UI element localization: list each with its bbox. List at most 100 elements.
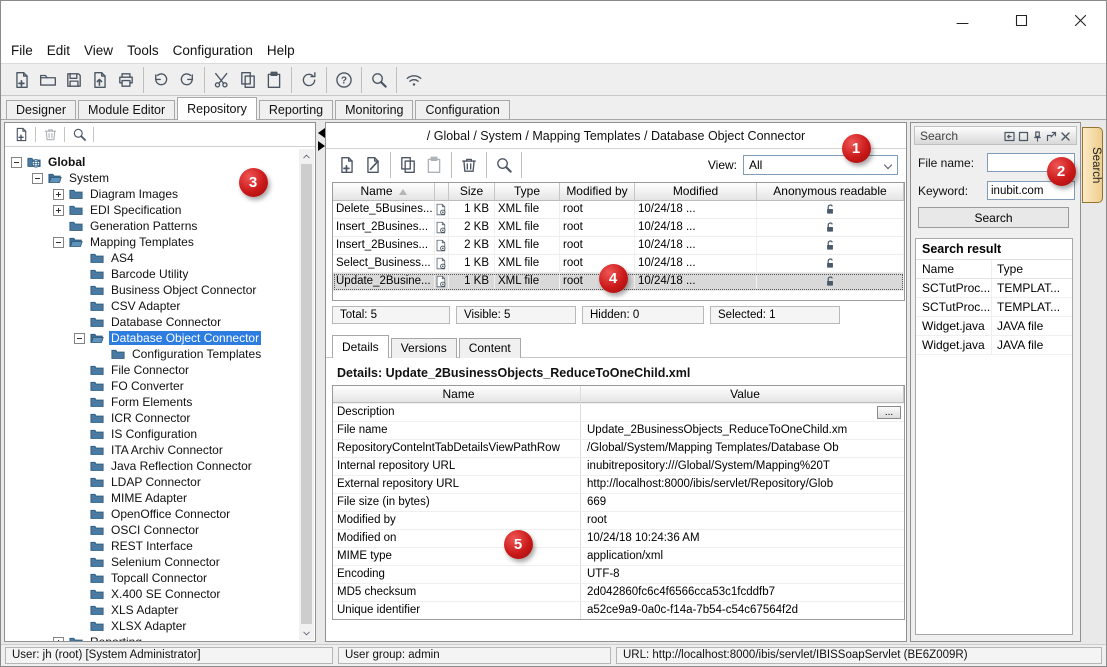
copy-button[interactable] bbox=[395, 153, 421, 177]
search-result-row[interactable]: SCTutProc...TEMPLAT... bbox=[916, 279, 1072, 298]
tree-expand-handle-minus[interactable] bbox=[11, 157, 22, 168]
delete-button[interactable] bbox=[39, 123, 61, 147]
tree-item-database-connector[interactable]: Database Connector bbox=[5, 314, 299, 330]
menu-item-edit[interactable]: Edit bbox=[40, 40, 77, 61]
redo-button[interactable] bbox=[174, 68, 200, 92]
cut-button[interactable] bbox=[209, 68, 235, 92]
new-document-button[interactable] bbox=[9, 68, 35, 92]
paste-button[interactable] bbox=[421, 153, 447, 177]
maximize-button[interactable] bbox=[1011, 10, 1031, 30]
tree-expand-handle-minus[interactable] bbox=[32, 173, 43, 184]
tree-expand-handle-minus[interactable] bbox=[53, 237, 64, 248]
tree-item-is-configuration[interactable]: IS Configuration bbox=[5, 426, 299, 442]
tree-item-business-object-connector[interactable]: Business Object Connector bbox=[5, 282, 299, 298]
details-row[interactable]: EncodingUTF-8 bbox=[333, 566, 904, 584]
file-col-icon[interactable] bbox=[435, 183, 449, 201]
file-col-name[interactable]: Name bbox=[333, 183, 435, 201]
table-row[interactable]: Delete_5Busines...1 KBXML fileroot10/24/… bbox=[333, 201, 904, 219]
tree-item-osci-connector[interactable]: OSCI Connector bbox=[5, 522, 299, 538]
close-button[interactable] bbox=[1070, 10, 1090, 30]
details-row[interactable]: RepositoryContelntTabDetailsViewPathRow/… bbox=[333, 440, 904, 458]
paste-button[interactable] bbox=[261, 68, 287, 92]
tab-configuration[interactable]: Configuration bbox=[415, 100, 509, 120]
tree-expand-handle-plus[interactable] bbox=[53, 205, 64, 216]
tree-item-ita-archiv-connector[interactable]: ITA Archiv Connector bbox=[5, 442, 299, 458]
print-button[interactable] bbox=[113, 68, 139, 92]
details-row[interactable]: External repository URLhttp://localhost:… bbox=[333, 476, 904, 494]
file-col-size[interactable]: Size bbox=[449, 183, 495, 201]
tree-item-csv-adapter[interactable]: CSV Adapter bbox=[5, 298, 299, 314]
tree-item-as4[interactable]: AS4 bbox=[5, 250, 299, 266]
search-side-tab[interactable]: Search bbox=[1082, 127, 1103, 203]
tree-expand-handle-minus[interactable] bbox=[74, 333, 85, 344]
view-filter-dropdown[interactable]: All bbox=[743, 155, 898, 175]
panel-float-icon[interactable] bbox=[1046, 129, 1057, 143]
tab-reporting[interactable]: Reporting bbox=[259, 100, 333, 120]
details-row[interactable]: Modified on10/24/18 10:24:36 AM bbox=[333, 530, 904, 548]
details-tab-versions[interactable]: Versions bbox=[391, 338, 457, 358]
search-button[interactable] bbox=[491, 153, 517, 177]
save-button[interactable] bbox=[61, 68, 87, 92]
tree-item-openoffice-connector[interactable]: OpenOffice Connector bbox=[5, 506, 299, 522]
splitter-expand-right-arrow[interactable] bbox=[318, 141, 325, 151]
tab-module-editor[interactable]: Module Editor bbox=[78, 100, 175, 120]
tree-item-barcode-utility[interactable]: Barcode Utility bbox=[5, 266, 299, 282]
tree-item-topcall-connector[interactable]: Topcall Connector bbox=[5, 570, 299, 586]
details-tab-details[interactable]: Details bbox=[332, 335, 389, 358]
search-result-row[interactable]: Widget.javaJAVA file bbox=[916, 317, 1072, 336]
wireless-button[interactable] bbox=[401, 68, 427, 92]
menu-item-file[interactable]: File bbox=[4, 40, 40, 61]
tree-item-file-connector[interactable]: File Connector bbox=[5, 362, 299, 378]
tree-item-reporting[interactable]: Reporting bbox=[5, 634, 299, 641]
tree-item-generation-patterns[interactable]: Generation Patterns bbox=[5, 218, 299, 234]
copy-button[interactable] bbox=[235, 68, 261, 92]
details-row[interactable]: Description... bbox=[333, 404, 904, 422]
new-document-button[interactable] bbox=[334, 153, 360, 177]
tree-item-form-elements[interactable]: Form Elements bbox=[5, 394, 299, 410]
tree-item-edi-specification[interactable]: EDI Specification bbox=[5, 202, 299, 218]
tree-item-x-400-se-connector[interactable]: X.400 SE Connector bbox=[5, 586, 299, 602]
tree-item-java-reflection-connector[interactable]: Java Reflection Connector bbox=[5, 458, 299, 474]
menu-item-tools[interactable]: Tools bbox=[120, 40, 166, 61]
file-col-modified[interactable]: Modified bbox=[635, 183, 757, 201]
panel-dock-left-icon[interactable] bbox=[1004, 129, 1015, 143]
tree-item-selenium-connector[interactable]: Selenium Connector bbox=[5, 554, 299, 570]
menu-item-configuration[interactable]: Configuration bbox=[166, 40, 260, 61]
details-tab-content[interactable]: Content bbox=[459, 338, 521, 358]
tree-expand-handle-plus[interactable] bbox=[53, 637, 64, 642]
panel-maximize-icon[interactable] bbox=[1018, 129, 1029, 143]
details-row[interactable]: Internal repository URLinubitrepository:… bbox=[333, 458, 904, 476]
scroll-up-button[interactable] bbox=[299, 149, 314, 163]
splitter-collapse-left-arrow[interactable] bbox=[318, 128, 325, 138]
scroll-down-button[interactable] bbox=[299, 626, 314, 640]
help-button[interactable] bbox=[331, 68, 357, 92]
search-button[interactable] bbox=[68, 123, 90, 147]
scrollbar-thumb[interactable] bbox=[301, 164, 312, 624]
table-row[interactable]: Insert_2Busines...2 KBXML fileroot10/24/… bbox=[333, 237, 904, 255]
tree-scrollbar[interactable] bbox=[299, 149, 314, 640]
search-result-row[interactable]: Widget.javaJAVA file bbox=[916, 336, 1072, 355]
panel-pin-icon[interactable] bbox=[1032, 129, 1043, 143]
ellipsis-button[interactable]: ... bbox=[877, 406, 901, 419]
tab-designer[interactable]: Designer bbox=[6, 100, 76, 120]
tree-item-rest-interface[interactable]: REST Interface bbox=[5, 538, 299, 554]
new-document-button[interactable] bbox=[10, 123, 32, 147]
delete-button[interactable] bbox=[456, 153, 482, 177]
details-row[interactable]: Unique identifiera52ce9a9-0a0c-f14a-7b54… bbox=[333, 602, 904, 620]
panel-close-icon[interactable] bbox=[1060, 129, 1071, 143]
file-col-modified-by[interactable]: Modified by bbox=[560, 183, 635, 201]
tree-item-mime-adapter[interactable]: MIME Adapter bbox=[5, 490, 299, 506]
details-row[interactable]: MD5 checksum2d042860fc6c4f6566cca53c1fcd… bbox=[333, 584, 904, 602]
details-row[interactable]: Modified byroot bbox=[333, 512, 904, 530]
tab-repository[interactable]: Repository bbox=[177, 97, 257, 120]
tab-monitoring[interactable]: Monitoring bbox=[335, 100, 413, 120]
tree-expand-handle-plus[interactable] bbox=[53, 189, 64, 200]
details-row[interactable]: MIME typeapplication/xml bbox=[333, 548, 904, 566]
search-button[interactable] bbox=[366, 68, 392, 92]
tree-item-mapping-templates[interactable]: Mapping Templates bbox=[5, 234, 299, 250]
menu-item-help[interactable]: Help bbox=[260, 40, 302, 61]
menu-item-view[interactable]: View bbox=[77, 40, 120, 61]
tree-item-database-object-connector[interactable]: Database Object Connector bbox=[5, 330, 299, 346]
refresh-button[interactable] bbox=[296, 68, 322, 92]
file-col-type[interactable]: Type bbox=[495, 183, 560, 201]
